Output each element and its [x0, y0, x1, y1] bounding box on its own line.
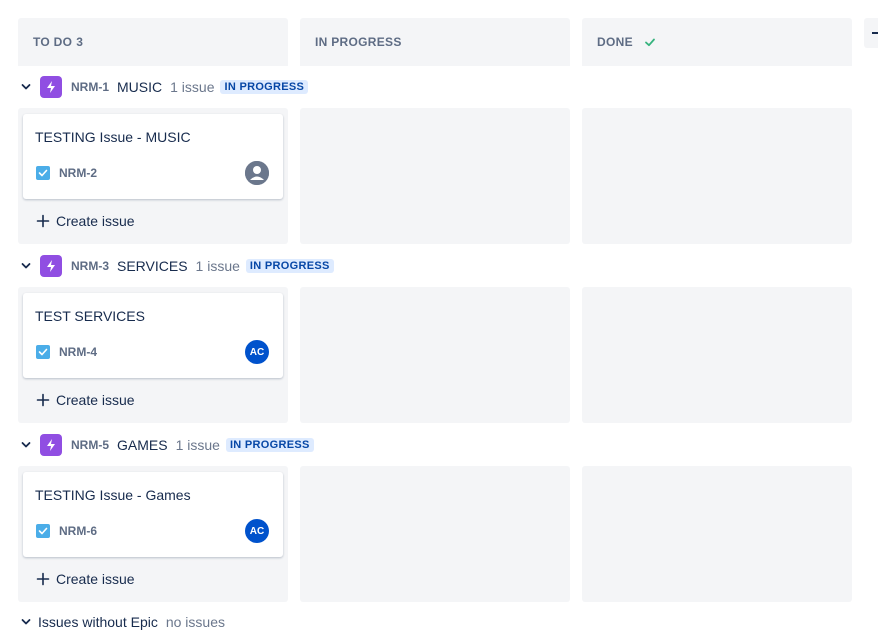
status-badge: IN PROGRESS	[245, 259, 334, 273]
epic-row-nrm-5[interactable]: NRM-5 GAMES 1 issue IN PROGRESS	[20, 433, 314, 457]
swimlane-cell-done	[582, 287, 852, 423]
create-column-button[interactable]	[864, 18, 878, 48]
no-epic-row[interactable]: Issues without Epic no issues	[20, 614, 225, 630]
plus-icon	[36, 393, 50, 407]
create-issue-button[interactable]: Create issue	[36, 390, 135, 410]
task-checkbox-icon	[36, 524, 50, 538]
status-badge: IN PROGRESS	[225, 438, 314, 452]
swimlane-cell-in-progress	[300, 108, 570, 244]
epic-key[interactable]: NRM-5	[71, 438, 109, 452]
column-header-in-progress: IN PROGRESS	[300, 18, 570, 66]
chevron-down-icon[interactable]	[20, 81, 32, 93]
epic-key[interactable]: NRM-3	[71, 259, 109, 273]
epic-lightning-icon	[40, 255, 62, 277]
swimlane-cell-done	[582, 108, 852, 244]
epic-row-nrm-3[interactable]: NRM-3 SERVICES 1 issue IN PROGRESS	[20, 254, 334, 278]
card-key: NRM-4	[59, 345, 97, 359]
issue-card-nrm-2[interactable]: TESTING Issue - MUSIC NRM-2	[23, 114, 283, 199]
epic-issue-count: 1 issue	[195, 258, 240, 274]
column-header-todo: TO DO 3	[18, 18, 288, 66]
chevron-down-icon[interactable]	[20, 439, 32, 451]
avatar[interactable]: AC	[245, 340, 269, 364]
epic-issue-count: 1 issue	[175, 437, 220, 453]
epic-issue-count: 1 issue	[170, 79, 215, 95]
column-label: DONE	[597, 35, 633, 49]
column-header-done: DONE	[582, 18, 852, 66]
create-issue-button[interactable]: Create issue	[36, 569, 135, 589]
epic-lightning-icon	[40, 434, 62, 456]
epic-name: GAMES	[117, 437, 168, 453]
card-title: TESTING Issue - Games	[35, 487, 191, 503]
plus-icon	[36, 214, 50, 228]
swimlane-cell-in-progress	[300, 466, 570, 602]
card-key: NRM-6	[59, 524, 97, 538]
epic-row-nrm-1[interactable]: NRM-1 MUSIC 1 issue IN PROGRESS	[20, 75, 309, 99]
no-epic-label: Issues without Epic	[38, 614, 158, 630]
epic-name: SERVICES	[117, 258, 188, 274]
column-count: 3	[76, 35, 84, 49]
task-checkbox-icon	[36, 345, 50, 359]
status-badge: IN PROGRESS	[220, 80, 309, 94]
minus-icon	[872, 32, 878, 34]
default-avatar-icon[interactable]	[245, 161, 269, 185]
chevron-down-icon[interactable]	[20, 260, 32, 272]
create-issue-label: Create issue	[56, 392, 135, 408]
epic-name: MUSIC	[117, 79, 163, 95]
task-checkbox-icon	[36, 166, 50, 180]
avatar[interactable]: AC	[245, 519, 269, 543]
column-label: TO DO	[33, 35, 73, 49]
create-issue-label: Create issue	[56, 571, 135, 587]
card-title: TESTING Issue - MUSIC	[35, 129, 191, 145]
swimlane-cell-in-progress	[300, 287, 570, 423]
create-issue-label: Create issue	[56, 213, 135, 229]
no-epic-count: no issues	[165, 614, 225, 630]
chevron-down-icon[interactable]	[20, 616, 32, 628]
card-key: NRM-2	[59, 166, 97, 180]
plus-icon	[36, 572, 50, 586]
create-issue-button[interactable]: Create issue	[36, 211, 135, 231]
card-title: TEST SERVICES	[35, 308, 145, 324]
check-icon	[644, 38, 655, 47]
epic-key[interactable]: NRM-1	[71, 80, 109, 94]
swimlane-cell-done	[582, 466, 852, 602]
issue-card-nrm-4[interactable]: TEST SERVICES NRM-4 AC	[23, 293, 283, 378]
epic-lightning-icon	[40, 76, 62, 98]
column-label: IN PROGRESS	[315, 35, 402, 49]
issue-card-nrm-6[interactable]: TESTING Issue - Games NRM-6 AC	[23, 472, 283, 557]
